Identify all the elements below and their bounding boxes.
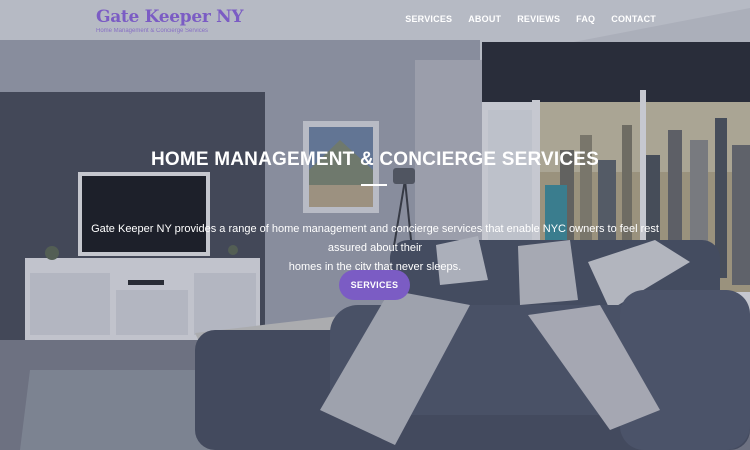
nav-item-faq[interactable]: FAQ [576, 14, 595, 24]
hero-section: Gate Keeper NY Home Management & Concier… [0, 0, 750, 450]
nav-item-reviews[interactable]: REVIEWS [517, 14, 560, 24]
brand-logo[interactable]: Gate Keeper NY Home Management & Concier… [96, 7, 244, 34]
services-cta-button[interactable]: SERVICES [339, 270, 410, 300]
main-nav: SERVICES ABOUT REVIEWS FAQ CONTACT [405, 14, 656, 24]
hero-description: Gate Keeper NY provides a range of home … [82, 220, 668, 277]
hero-description-line-1: Gate Keeper NY provides a range of home … [91, 223, 659, 254]
nav-item-contact[interactable]: CONTACT [611, 14, 656, 24]
nav-item-services[interactable]: SERVICES [405, 14, 452, 24]
brand-name: Gate Keeper NY [96, 7, 244, 27]
brand-tagline: Home Management & Concierge Services [96, 28, 209, 34]
hero-title: HOME MANAGEMENT & CONCIERGE SERVICES [150, 149, 600, 170]
nav-item-about[interactable]: ABOUT [468, 14, 501, 24]
title-divider [361, 184, 387, 186]
